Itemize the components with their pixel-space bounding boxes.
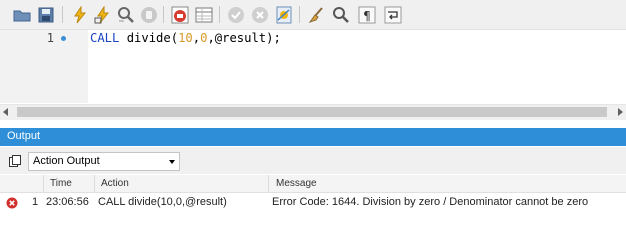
toolbar-separator <box>219 6 220 23</box>
search-replace-icon[interactable] <box>332 6 350 24</box>
argument-rest: ,@result); <box>207 31 281 45</box>
code-line[interactable]: CALL divide(10,0,@result); <box>90 31 281 45</box>
table-header: Time Action Message <box>0 175 626 193</box>
open-folder-icon[interactable] <box>13 6 31 24</box>
toolbar-separator <box>163 6 164 23</box>
column-divider[interactable] <box>268 175 269 192</box>
editor-toolbar: ¶ <box>0 0 626 30</box>
commit-icon[interactable] <box>227 6 245 24</box>
row-action: CALL divide(10,0,@result) <box>98 196 227 208</box>
sql-keyword: CALL <box>90 31 120 45</box>
error-icon <box>6 197 18 209</box>
scroll-right-icon[interactable] <box>618 108 623 116</box>
find-icon[interactable] <box>117 6 135 24</box>
column-divider[interactable] <box>43 175 44 192</box>
line-number: 1 <box>46 31 54 45</box>
save-icon[interactable] <box>37 6 55 24</box>
toolbar-separator <box>299 6 300 23</box>
svg-text:¶: ¶ <box>363 9 371 23</box>
column-header-time[interactable]: Time <box>50 178 72 189</box>
output-panel-title: Output <box>7 130 41 142</box>
output-type-select[interactable]: Action Output <box>28 152 180 171</box>
word-wrap-icon[interactable] <box>384 6 402 24</box>
row-message: Error Code: 1644. Division by zero / Den… <box>272 196 589 208</box>
chevron-down-icon <box>169 160 175 164</box>
column-header-action[interactable]: Action <box>101 178 129 189</box>
sql-editor[interactable]: 1 CALL divide(10,0,@result); <box>0 30 626 103</box>
table-row[interactable]: 1 23:06:56 CALL divide(10,0,@result) Err… <box>0 193 626 215</box>
output-type-value: Action Output <box>33 155 100 167</box>
rollback-icon[interactable] <box>251 6 269 24</box>
row-time: 23:06:56 <box>46 196 89 208</box>
line-gutter: 1 <box>0 30 88 103</box>
stop-icon[interactable] <box>140 6 158 24</box>
column-divider[interactable] <box>94 175 95 192</box>
explain-icon[interactable] <box>275 6 293 24</box>
copy-icon[interactable] <box>9 155 21 167</box>
beautify-icon[interactable] <box>307 6 325 24</box>
scroll-left-icon[interactable] <box>3 108 8 116</box>
argument-number: 10 <box>178 31 193 45</box>
toolbar-separator <box>62 6 63 23</box>
output-toolbar: Action Output <box>0 147 626 174</box>
invisible-chars-icon[interactable]: ¶ <box>358 6 376 24</box>
output-panel-header: Output <box>0 128 626 146</box>
argument-separator: , <box>192 31 201 45</box>
execute-current-icon[interactable] <box>94 6 112 24</box>
action-output-table: Time Action Message 1 23:06:56 CALL divi… <box>0 175 626 223</box>
toggle-autocommit-icon[interactable] <box>171 6 189 24</box>
column-header-message[interactable]: Message <box>276 178 317 189</box>
scrollbar-thumb[interactable] <box>17 107 607 117</box>
execute-icon[interactable] <box>71 6 89 24</box>
horizontal-scrollbar[interactable] <box>0 104 626 120</box>
row-index: 1 <box>32 196 39 208</box>
procedure-call: divide( <box>119 31 179 45</box>
toggle-results-icon[interactable] <box>195 6 213 24</box>
statement-marker-icon <box>61 36 66 41</box>
